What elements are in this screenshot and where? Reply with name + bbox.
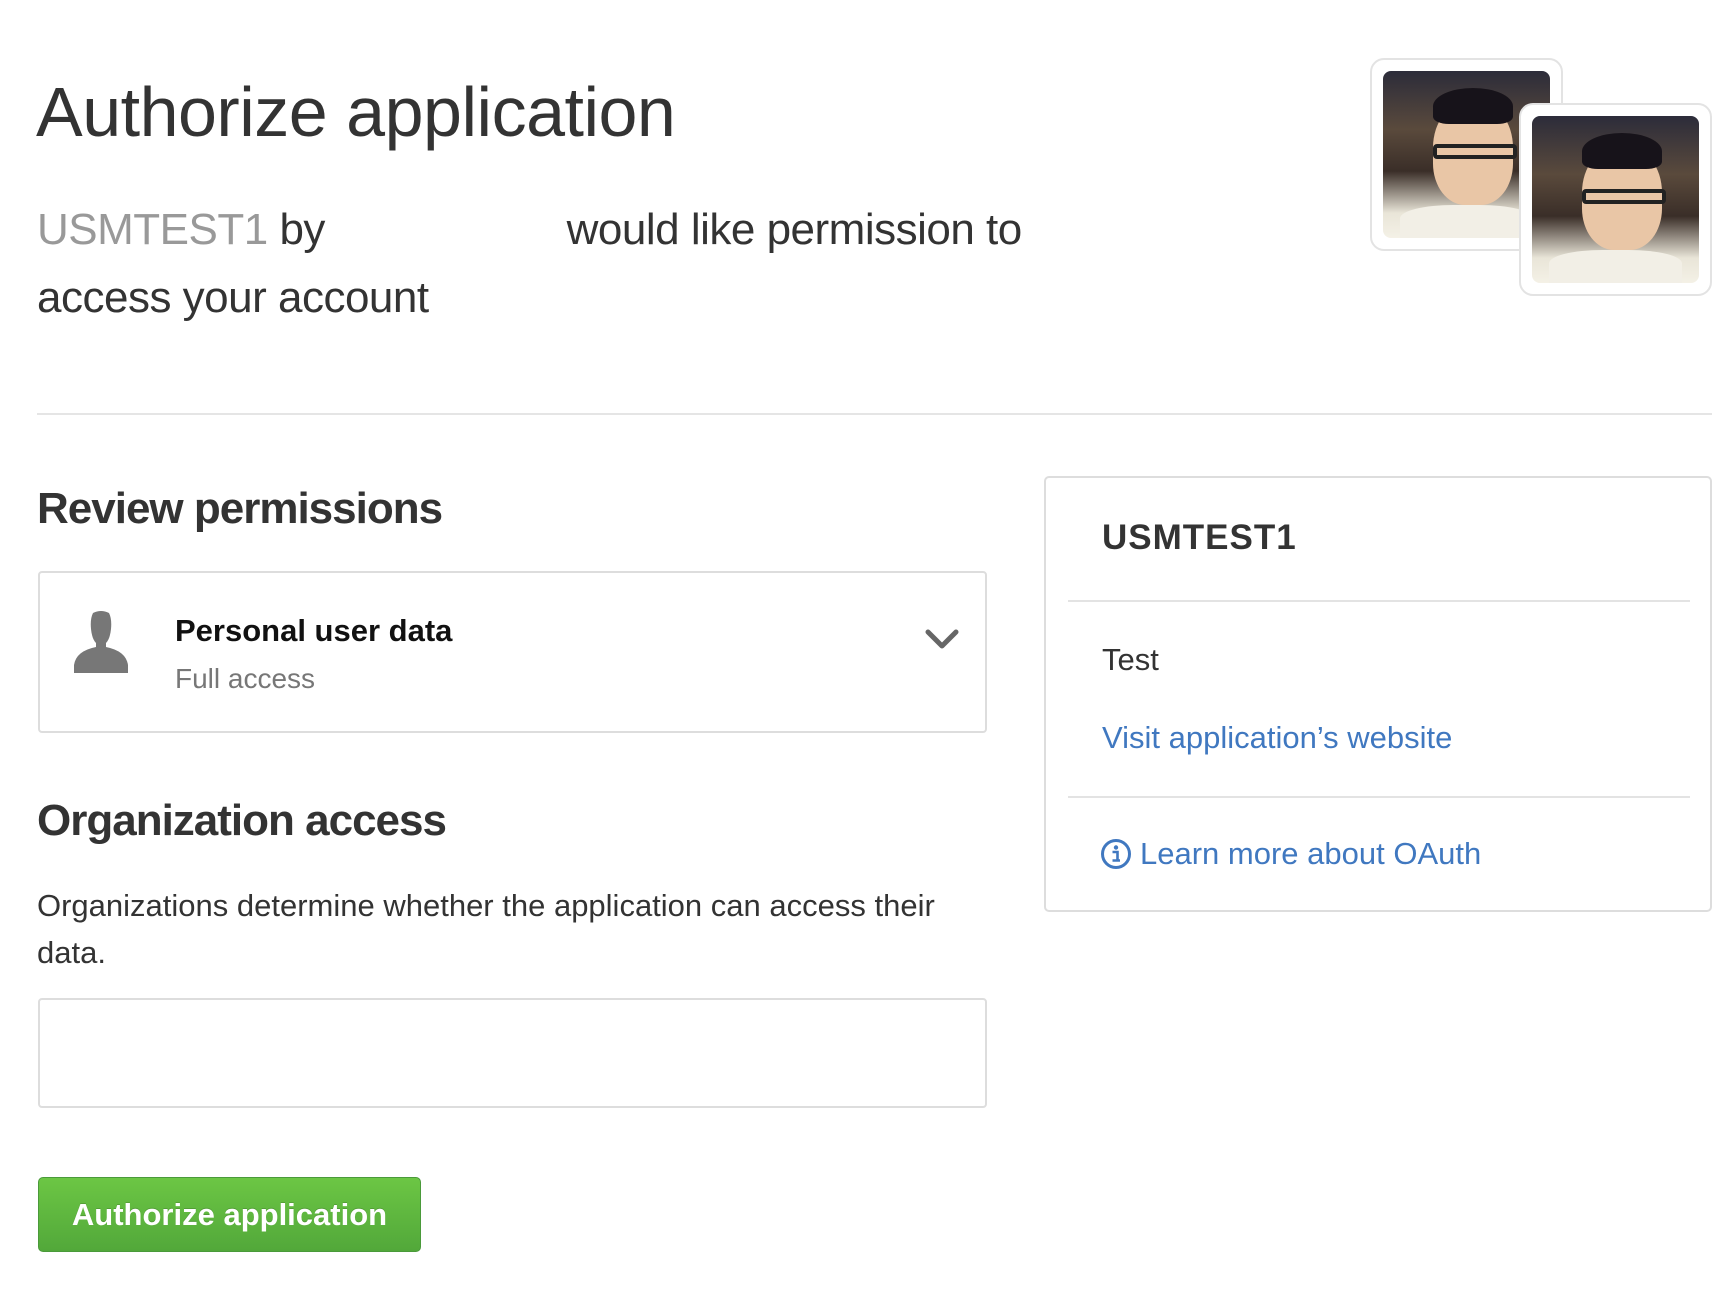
user-avatar [1519,103,1712,296]
visit-website-link[interactable]: Visit application’s website [1102,720,1452,756]
info-icon [1101,839,1131,869]
divider [1068,796,1690,798]
learn-oauth-link[interactable]: Learn more about OAuth [1100,836,1481,872]
learn-oauth-label: Learn more about OAuth [1140,836,1482,871]
page-title: Authorize application [36,73,676,151]
review-permissions-heading: Review permissions [37,484,443,533]
organization-access-description: Organizations determine whether the appl… [37,888,935,970]
organization-access-heading: Organization access [37,796,447,845]
application-info-panel: USMTEST1 Test Visit application’s websit… [1044,476,1712,912]
divider [37,413,1712,415]
permission-title: Personal user data [175,613,453,648]
authorization-request-text: USMTEST1 by would like permission to acc… [37,196,1037,332]
permission-access-level: Full access [175,663,316,694]
permission-item-personal-user-data[interactable]: Personal user data Full access [38,571,987,733]
user-icon [74,611,128,673]
divider [1068,600,1690,602]
organization-list [38,998,987,1108]
chevron-down-icon[interactable] [924,627,960,651]
by-label: by [279,205,325,254]
app-name: USMTEST1 [37,205,268,254]
app-description: Test [1102,642,1159,677]
authorize-application-button[interactable]: Authorize application [38,1177,421,1252]
app-name-heading: USMTEST1 [1102,518,1297,557]
